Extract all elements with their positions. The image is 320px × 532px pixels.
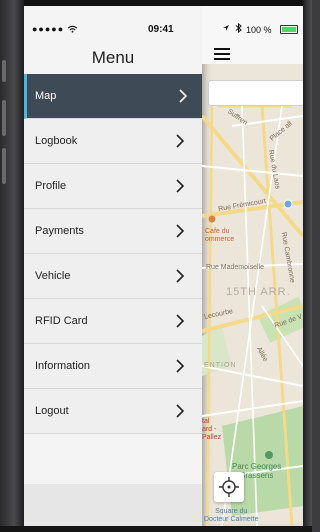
menu-item-label: Vehicle — [35, 270, 71, 282]
device-volume-up — [2, 100, 6, 136]
battery-percentage: 100 % — [246, 25, 272, 35]
menu-list: Map Logbook Profile Payments Vehicle RFI… — [24, 74, 202, 434]
chevron-right-icon — [176, 179, 185, 193]
chevron-right-icon — [176, 404, 185, 418]
chevron-right-icon — [176, 359, 185, 373]
menu-item-label: Profile — [35, 180, 67, 192]
battery-fill — [282, 27, 296, 32]
device-mute-switch — [2, 60, 6, 82]
street-label: Rue Mademoiselle — [206, 264, 264, 271]
menu-item-label: Logbook — [35, 135, 78, 147]
menu-item-information[interactable]: Information — [24, 344, 202, 389]
park-label-square: Square du Docteur Calmette — [204, 508, 259, 523]
bluetooth-icon — [235, 23, 242, 33]
device-bezel-bottom — [0, 526, 312, 532]
map-header: 100 % — [202, 6, 303, 64]
menu-item-vehicle[interactable]: Vehicle — [24, 254, 202, 299]
area-label: 15TH ARR. — [226, 286, 291, 298]
chevron-right-icon — [176, 314, 185, 328]
map-search-bar[interactable] — [208, 80, 303, 106]
menu-item-payments[interactable]: Payments — [24, 209, 202, 254]
menu-item-label: Payments — [35, 225, 84, 237]
menu-item-profile[interactable]: Profile — [24, 164, 202, 209]
battery-icon — [280, 25, 298, 34]
chevron-right-icon — [179, 89, 188, 103]
menu-item-logout[interactable]: Logout — [24, 389, 202, 434]
location-arrow-icon — [223, 25, 229, 31]
menu-item-rfid-card[interactable]: RFID Card — [24, 299, 202, 344]
menu-item-label: RFID Card — [35, 315, 88, 327]
menu-item-label: Logout — [35, 405, 69, 417]
menu-item-label: Information — [35, 360, 91, 372]
wifi-icon — [67, 25, 78, 33]
street-label: ENTION — [204, 362, 237, 369]
signal-indicator: ●●●●● — [32, 24, 78, 34]
map-view[interactable]: 100 % Suffren Place all Rue du Laos Rue … — [202, 6, 303, 526]
crosshair-icon — [219, 477, 239, 497]
poi-label-hospital: tal ard - Pallez — [202, 418, 222, 441]
device-bezel-right — [303, 0, 312, 532]
poi-label-cafe: Cafe du ommerce — [205, 228, 235, 243]
menu-footer — [24, 484, 202, 526]
menu-title: Menu — [91, 48, 135, 67]
menu-item-map[interactable]: Map — [24, 74, 202, 119]
chevron-right-icon — [176, 269, 185, 283]
chevron-right-icon — [176, 224, 185, 238]
status-time: 09:41 — [148, 24, 174, 35]
device-volume-down — [2, 148, 6, 184]
hamburger-menu-icon[interactable] — [214, 48, 230, 60]
menu-item-label: Map — [35, 90, 57, 102]
locate-me-button[interactable] — [214, 472, 244, 502]
side-menu: ●●●●● 09:41 Menu Map Logbook Profile Pay… — [24, 6, 202, 526]
chevron-right-icon — [176, 134, 185, 148]
menu-item-logbook[interactable]: Logbook — [24, 119, 202, 164]
